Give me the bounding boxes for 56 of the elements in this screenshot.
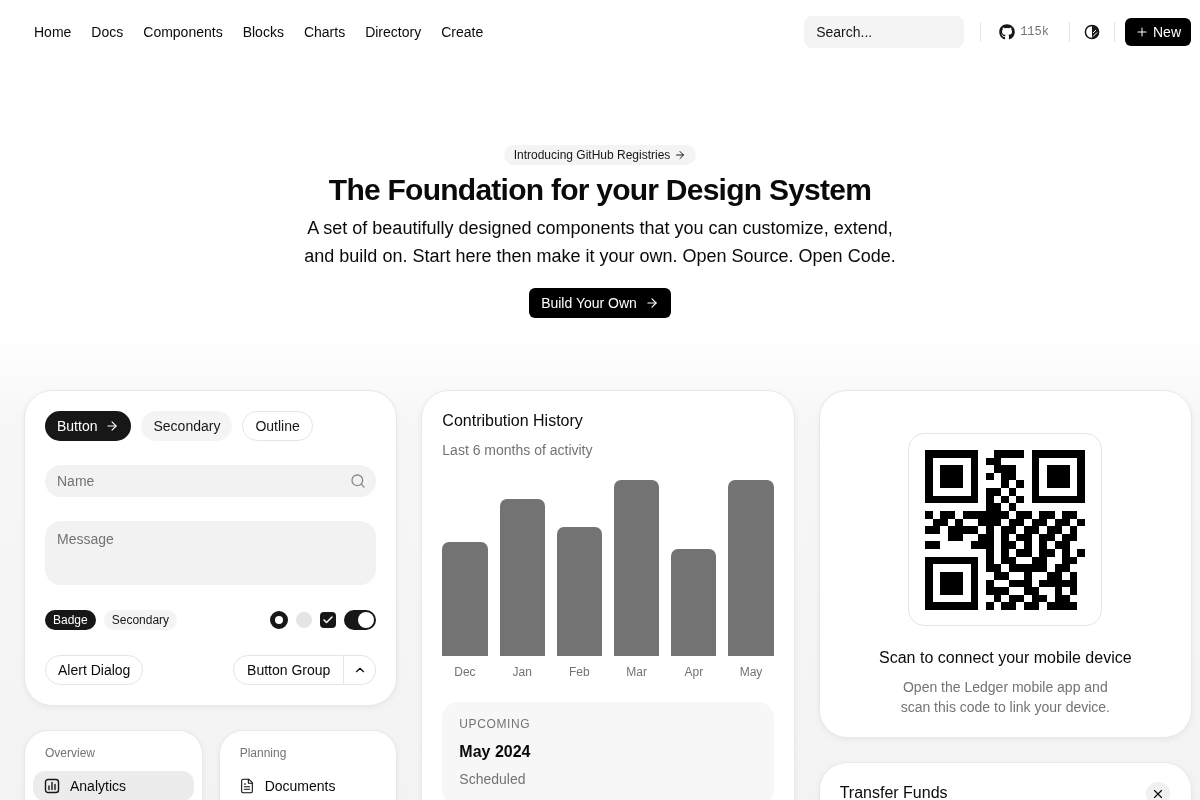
card-title: Contribution History	[442, 411, 584, 431]
month-label: Mar	[626, 664, 647, 680]
nav-card-item[interactable]: Analytics	[33, 771, 194, 800]
close-button[interactable]	[1146, 782, 1170, 800]
secondary-button[interactable]: Secondary	[141, 411, 233, 441]
nav-link[interactable]: Directory	[365, 22, 422, 42]
nav-card-heading: Planning	[238, 745, 288, 761]
button-group-button[interactable]: Button Group	[233, 655, 345, 685]
transfer-card-title: Transfer Funds	[839, 783, 948, 800]
message-field[interactable]: Message	[45, 521, 377, 585]
announcement-link[interactable]: Introducing GitHub Registries	[503, 145, 697, 165]
month-label: Feb	[569, 664, 590, 680]
hero-subtitle: A set of beautifully designed components that you can customize, extend, and build on. Start here then make it your own. Open Source. Open Code.	[303, 217, 897, 268]
half-circle-icon	[1084, 24, 1100, 40]
hero-title: The Foundation for your Design System	[328, 172, 872, 208]
build-your-own-button[interactable]: Build Your Own	[529, 288, 671, 318]
name-field[interactable]: Name	[45, 465, 377, 497]
search-icon	[350, 473, 367, 489]
upcoming-date: May 2024	[459, 742, 532, 762]
github-link[interactable]: 115k	[991, 16, 1057, 48]
month-label: Jan	[512, 664, 532, 680]
nav-link[interactable]: Docs	[91, 22, 124, 42]
nav-link[interactable]: Blocks	[242, 22, 284, 42]
github-icon	[999, 24, 1016, 40]
qr-card-description: Open the Ledger mobile app and scan this code to link your device.	[899, 678, 1111, 717]
qr-card-title: Scan to connect your mobile device	[879, 648, 1132, 668]
nav-link[interactable]: Charts	[303, 22, 346, 42]
month-label: Apr	[684, 664, 704, 680]
arrow-right-icon	[644, 296, 659, 310]
nav-link[interactable]: Components	[143, 22, 223, 42]
close-icon	[1151, 787, 1165, 800]
card-subtitle: Last 6 months of activity	[442, 441, 594, 460]
nav-link[interactable]: Create	[441, 22, 484, 42]
upcoming-status: Scheduled	[459, 770, 527, 789]
month-label: May	[739, 664, 763, 680]
radio-button[interactable]	[296, 612, 313, 628]
month-label: Dec	[454, 664, 476, 680]
arrow-right-icon	[105, 419, 120, 433]
search-button[interactable]: Search...	[804, 16, 965, 48]
plus-icon	[1135, 25, 1149, 39]
upcoming-label: UPCOMING	[459, 716, 532, 732]
outline-button[interactable]: Outline	[242, 411, 313, 441]
bar-chart-icon	[44, 778, 60, 794]
checkmark-icon	[322, 614, 335, 626]
nav-link[interactable]: Home	[34, 22, 72, 42]
radio-button[interactable]	[270, 611, 289, 629]
badge: Secondary	[103, 610, 178, 630]
alert-dialog-button[interactable]: Alert Dialog	[45, 655, 144, 685]
document-icon	[238, 778, 255, 794]
toggle-switch[interactable]	[344, 610, 377, 630]
nav-card-heading: Overview	[44, 745, 96, 761]
arrow-right-icon	[674, 149, 687, 161]
badge: Badge	[45, 610, 96, 630]
primary-button[interactable]: Button	[45, 411, 132, 441]
new-button[interactable]: New	[1125, 18, 1191, 46]
checkbox[interactable]	[320, 612, 337, 628]
